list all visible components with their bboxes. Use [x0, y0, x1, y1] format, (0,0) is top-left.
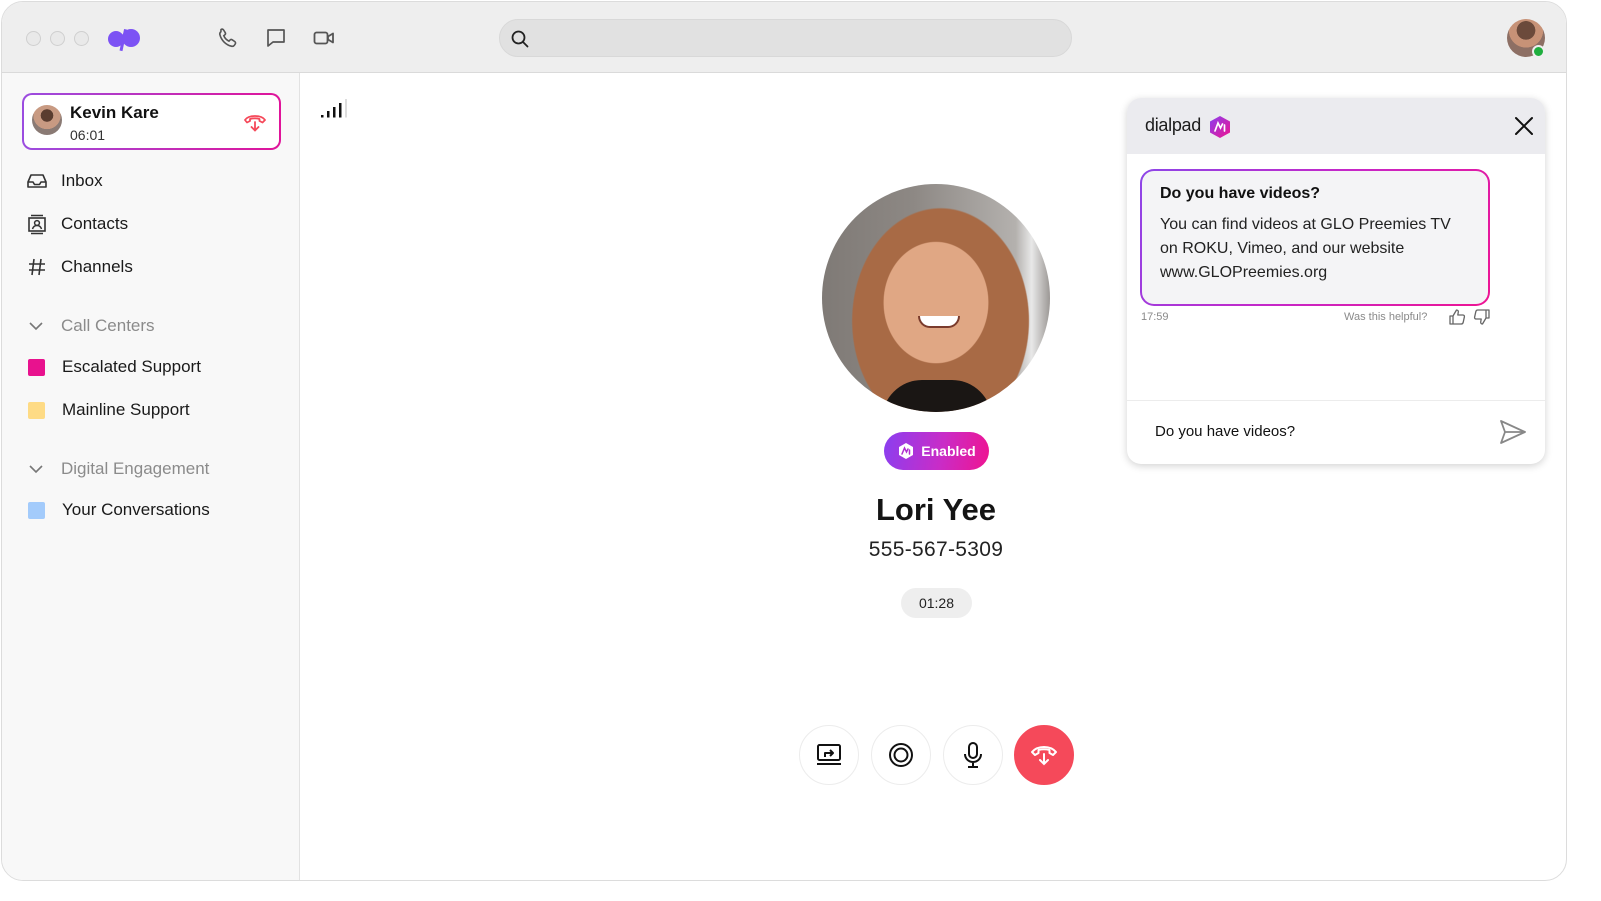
screen-share-button[interactable] — [799, 725, 859, 785]
chevron-down-icon — [29, 465, 43, 474]
sidebar-item-your-conversations[interactable]: Your Conversations — [26, 497, 210, 523]
active-call-duration: 06:01 — [70, 127, 106, 143]
phone-icon[interactable] — [216, 26, 240, 50]
sidebar-item-label: Your Conversations — [62, 500, 210, 519]
title-bar — [2, 2, 1566, 73]
active-call-name: Kevin Kare — [70, 103, 159, 122]
hang-up-icon[interactable] — [243, 111, 267, 133]
app-window: Kevin Kare 06:01 Inbox Contacts Channels… — [1, 1, 1567, 881]
ai-panel-header: dialpad — [1127, 98, 1545, 154]
hang-up-button[interactable] — [1014, 725, 1074, 785]
message-icon[interactable] — [264, 26, 288, 50]
signal-strength-icon — [321, 99, 347, 118]
hash-icon — [26, 256, 48, 278]
section-digital-engagement[interactable]: Digital Engagement — [26, 457, 209, 481]
caller-avatar — [32, 105, 62, 135]
call-timer: 01:28 — [901, 588, 972, 618]
sidebar-item-label: Mainline Support — [62, 400, 190, 419]
ai-message-timestamp: 17:59 — [1141, 311, 1169, 323]
sidebar: Kevin Kare 06:01 Inbox Contacts Channels… — [2, 73, 300, 880]
ai-enabled-badge[interactable]: Enabled — [884, 432, 989, 470]
record-button[interactable] — [871, 725, 931, 785]
online-status-indicator — [1532, 45, 1545, 58]
search-icon — [511, 30, 529, 48]
sidebar-item-label: Channels — [61, 257, 133, 276]
ai-badge-label: Enabled — [921, 443, 976, 459]
ai-answer: You can find videos at GLO Preemies TV o… — [1160, 216, 1451, 281]
contact-name: Lori Yee — [875, 492, 997, 527]
section-call-centers[interactable]: Call Centers — [26, 314, 155, 338]
your-conversations-color-swatch — [28, 501, 45, 519]
screen-share-icon — [817, 744, 841, 765]
ai-answer-card: Do you have videos? You can find videos … — [1140, 169, 1490, 306]
ai-question: Do you have videos? — [1160, 185, 1321, 202]
feedback-prompt: Was this helpful? — [1344, 311, 1428, 323]
sidebar-item-contacts[interactable]: Contacts — [26, 211, 128, 237]
sidebar-item-mainline-support[interactable]: Mainline Support — [26, 397, 190, 423]
window-close-button[interactable] — [26, 31, 41, 46]
contact-phone: 555-567-5309 — [868, 538, 1004, 561]
ai-assistant-panel: dialpad Do you have videos? You can find… — [1127, 98, 1545, 464]
search-input[interactable] — [540, 20, 1055, 56]
active-call-card[interactable]: Kevin Kare 06:01 — [22, 93, 281, 150]
inbox-icon — [26, 170, 48, 192]
thumbs-up-icon[interactable] — [1448, 308, 1466, 326]
close-icon[interactable] — [1513, 115, 1535, 137]
ai-brand-icon — [1210, 116, 1230, 138]
contact-photo — [822, 184, 1050, 412]
ai-panel-divider — [1127, 400, 1545, 401]
video-icon[interactable] — [312, 26, 336, 50]
sidebar-item-label: Contacts — [61, 214, 129, 233]
sidebar-item-channels[interactable]: Channels — [26, 254, 133, 280]
ai-panel-brand: dialpad — [1145, 115, 1201, 135]
section-label: Digital Engagement — [61, 459, 210, 478]
sidebar-item-label: Escalated Support — [62, 357, 201, 376]
mute-button[interactable] — [943, 725, 1003, 785]
microphone-icon — [964, 742, 982, 768]
chevron-down-icon — [29, 322, 43, 331]
dialpad-logo — [108, 29, 140, 52]
search-bar[interactable] — [499, 19, 1072, 57]
record-icon — [889, 743, 913, 767]
hang-up-icon — [1031, 746, 1057, 766]
sidebar-item-escalated-support[interactable]: Escalated Support — [26, 354, 201, 380]
ai-hex-icon — [899, 443, 914, 459]
sidebar-item-label: Inbox — [61, 171, 103, 190]
contacts-icon — [26, 213, 48, 235]
sidebar-item-inbox[interactable]: Inbox — [26, 168, 103, 194]
ai-message-input[interactable] — [1155, 416, 1475, 446]
thumbs-down-icon[interactable] — [1473, 308, 1491, 326]
section-label: Call Centers — [61, 316, 155, 335]
send-icon[interactable] — [1499, 419, 1527, 445]
window-maximize-button[interactable] — [74, 31, 89, 46]
window-minimize-button[interactable] — [50, 31, 65, 46]
escalated-support-color-swatch — [28, 358, 45, 376]
mainline-support-color-swatch — [28, 401, 45, 419]
